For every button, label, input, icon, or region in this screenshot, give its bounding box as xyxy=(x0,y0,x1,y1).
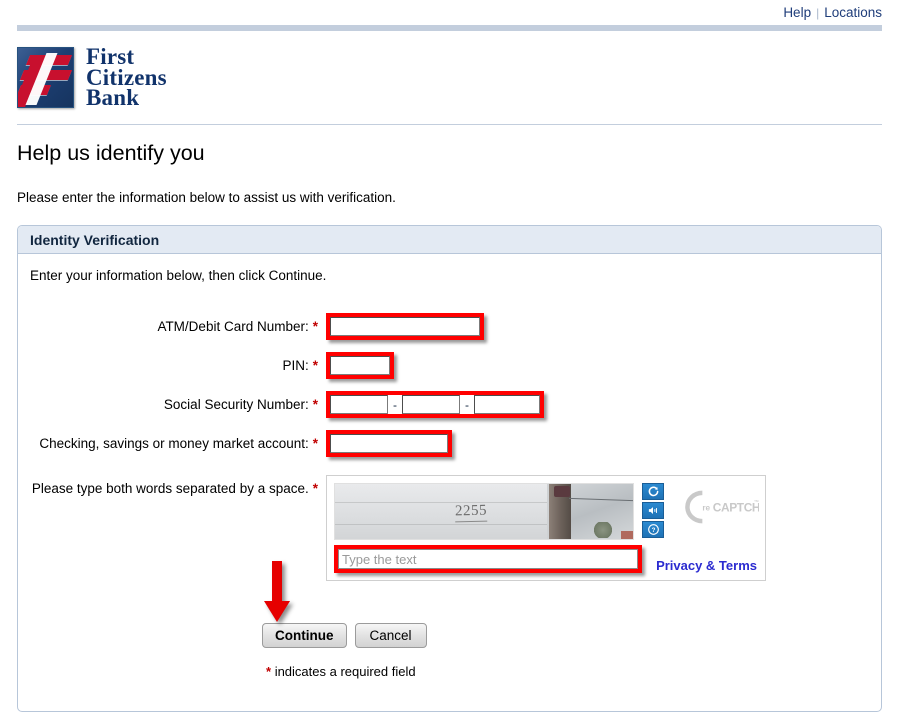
highlight-box-account xyxy=(326,430,452,457)
cancel-button[interactable]: Cancel xyxy=(354,623,427,648)
control-captcha: 2255 ? re CAPTC ™ Type the text Privacy … xyxy=(318,475,766,581)
utility-nav: Help | Locations xyxy=(17,5,882,21)
ssn-part-2-input[interactable] xyxy=(402,395,460,414)
privacy-terms-link[interactable]: Privacy & Terms xyxy=(656,558,757,573)
label-account-text: Checking, savings or money market accoun… xyxy=(39,436,309,451)
control-account xyxy=(318,430,452,457)
brand-wordmark: First Citizens Bank xyxy=(86,45,167,110)
required-note-text: indicates a required field xyxy=(274,664,416,679)
label-captcha-text: Please type both words separated by a sp… xyxy=(31,481,309,496)
highlight-box-captcha-input xyxy=(334,545,642,573)
nav-link-locations[interactable]: Locations xyxy=(824,5,882,20)
pin-input[interactable] xyxy=(330,356,390,375)
label-ssn: Social Security Number: * xyxy=(30,391,318,413)
recaptcha-house-number: 2255 xyxy=(454,502,488,523)
label-card-number-text: ATM/Debit Card Number: xyxy=(157,319,309,334)
page-root: Help | Locations First Citizens Bank Help … xyxy=(0,0,899,726)
recaptcha-logo-icon: re CAPTCHA ™ xyxy=(685,490,759,524)
brand-line-3: Bank xyxy=(86,85,140,110)
field-row-card-number: ATM/Debit Card Number: * xyxy=(30,313,869,340)
identity-verification-panel: Identity Verification Enter your informa… xyxy=(17,225,882,712)
brand-logo[interactable]: First Citizens Bank xyxy=(17,45,167,110)
label-captcha: Please type both words separated by a sp… xyxy=(30,475,318,497)
ssn-dash-2: - xyxy=(465,397,469,412)
highlight-box-ssn: - - xyxy=(326,391,544,418)
label-pin: PIN: * xyxy=(30,352,318,374)
refresh-icon[interactable] xyxy=(642,483,664,500)
svg-text:?: ? xyxy=(651,527,655,534)
panel-body: Enter your information below, then click… xyxy=(18,254,881,679)
first-citizens-f-mark-icon xyxy=(17,47,74,109)
recaptcha-widget: 2255 ? re CAPTC ™ Type the text Privacy … xyxy=(326,475,766,581)
ssn-group: - - xyxy=(330,395,540,414)
control-ssn: - - xyxy=(318,391,544,418)
form-actions: Continue Cancel xyxy=(262,623,869,648)
svg-text:CAPTCHA: CAPTCHA xyxy=(713,500,759,514)
header-accent-bar xyxy=(17,25,882,31)
ssn-part-1-input[interactable] xyxy=(330,395,388,414)
svg-text:™: ™ xyxy=(754,499,759,505)
page-intro-text: Please enter the information below to as… xyxy=(17,190,396,205)
captcha-text-input[interactable] xyxy=(338,549,638,569)
field-row-ssn: Social Security Number: * - - xyxy=(30,391,869,418)
field-row-pin: PIN: * xyxy=(30,352,869,379)
required-note-star: * xyxy=(266,664,272,679)
label-account: Checking, savings or money market accoun… xyxy=(30,430,318,452)
atm-debit-card-number-input[interactable] xyxy=(330,317,480,336)
control-pin xyxy=(318,352,394,379)
label-card-number: ATM/Debit Card Number: * xyxy=(30,313,318,335)
label-pin-text: PIN: xyxy=(282,358,309,373)
nav-link-help[interactable]: Help xyxy=(783,5,811,20)
header-divider xyxy=(17,124,882,125)
panel-heading: Identity Verification xyxy=(18,226,881,254)
control-card-number xyxy=(318,313,484,340)
highlight-box-pin xyxy=(326,352,394,379)
svg-text:re: re xyxy=(702,504,710,513)
recaptcha-challenge-image: 2255 xyxy=(334,483,634,540)
ssn-part-3-input[interactable] xyxy=(474,395,540,414)
panel-intro-text: Enter your information below, then click… xyxy=(30,268,327,283)
ssn-dash-1: - xyxy=(393,397,397,412)
nav-separator: | xyxy=(816,6,820,20)
recaptcha-top-row: 2255 ? re CAPTC ™ xyxy=(334,483,759,540)
field-row-captcha: Please type both words separated by a sp… xyxy=(30,475,869,581)
continue-button[interactable]: Continue xyxy=(262,623,347,648)
highlight-box-card-number xyxy=(326,313,484,340)
help-icon[interactable]: ? xyxy=(642,521,664,538)
field-row-account: Checking, savings or money market accoun… xyxy=(30,430,869,457)
recaptcha-controls: ? xyxy=(642,483,664,540)
audio-icon[interactable] xyxy=(642,502,664,519)
account-number-input[interactable] xyxy=(330,434,448,453)
label-ssn-text: Social Security Number: xyxy=(163,397,309,412)
required-field-note: * indicates a required field xyxy=(266,664,869,679)
page-title: Help us identify you xyxy=(17,141,205,165)
